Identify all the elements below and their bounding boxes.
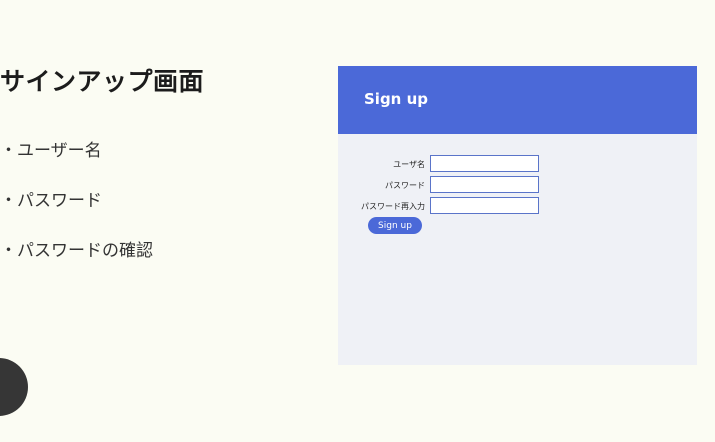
bullet-password: ・パスワード bbox=[0, 191, 102, 211]
password-row: パスワード bbox=[338, 176, 697, 196]
username-input[interactable] bbox=[430, 155, 539, 172]
slide-title: サインアップ画面 bbox=[0, 67, 205, 96]
mockup-header: Sign up bbox=[338, 66, 697, 134]
signup-mockup: Sign up ユーザ名 パスワード パスワード再入力 Sign up bbox=[338, 66, 697, 365]
signup-button[interactable]: Sign up bbox=[368, 217, 422, 234]
bullet-password-confirm: ・パスワードの確認 bbox=[0, 241, 153, 261]
password-label: パスワード bbox=[385, 181, 425, 190]
bullet-list: ・ユーザー名 ・パスワード ・パスワードの確認 bbox=[0, 140, 153, 290]
password-confirm-input[interactable] bbox=[430, 197, 539, 214]
bullet-username: ・ユーザー名 bbox=[0, 141, 102, 161]
password-confirm-row: パスワード再入力 bbox=[338, 197, 697, 217]
username-row: ユーザ名 bbox=[338, 155, 697, 175]
decorative-circle bbox=[0, 358, 28, 416]
username-label: ユーザ名 bbox=[393, 160, 425, 169]
password-confirm-label: パスワード再入力 bbox=[361, 202, 425, 211]
mockup-header-title: Sign up bbox=[364, 90, 428, 108]
password-input[interactable] bbox=[430, 176, 539, 193]
